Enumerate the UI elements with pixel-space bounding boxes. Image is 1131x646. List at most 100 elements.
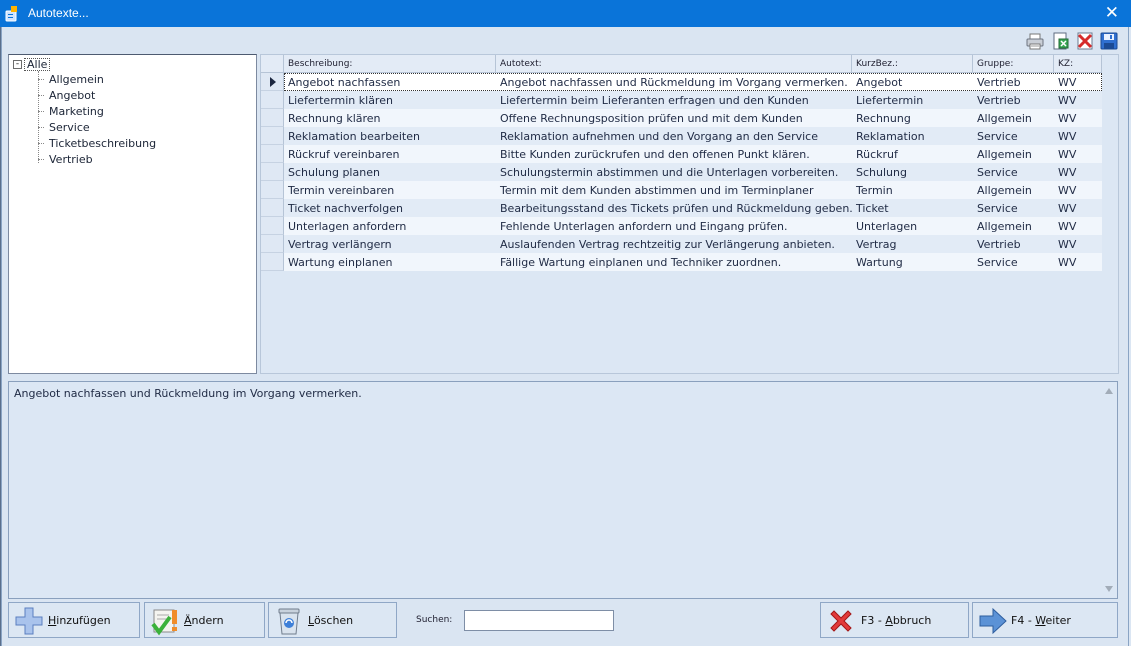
row-selector[interactable] [261,163,284,181]
print-icon[interactable] [1026,32,1044,50]
tree-item-label[interactable]: Angebot [49,89,95,102]
cell-gruppe[interactable]: Allgemein [973,145,1054,163]
autotext-grid[interactable]: Beschreibung: Autotext: KurzBez.: Gruppe… [260,54,1119,374]
tree-item-ticketbeschreibung[interactable]: Ticketbeschreibung [38,135,156,151]
column-header-autotext[interactable]: Autotext: [496,55,852,73]
tree-item-angebot[interactable]: Angebot [38,87,95,103]
row-selector[interactable] [261,91,284,109]
cell-kurzbez[interactable]: Liefertermin [852,91,973,109]
cell-kurzbez[interactable]: Vertrag [852,235,973,253]
cell-gruppe[interactable]: Allgemein [973,181,1054,199]
cell-kz[interactable]: WV [1054,253,1102,271]
cell-kz[interactable]: WV [1054,235,1102,253]
row-selector[interactable] [261,235,284,253]
cell-kurzbez[interactable]: Unterlagen [852,217,973,235]
cell-kurzbez[interactable]: Schulung [852,163,973,181]
cell-gruppe[interactable]: Service [973,163,1054,181]
cell-kz[interactable]: WV [1054,91,1102,109]
table-row[interactable]: Wartung einplanen Fällige Wartung einplan… [261,253,1102,271]
cell-gruppe[interactable]: Allgemein [973,217,1054,235]
cell-kurzbez[interactable]: Wartung [852,253,973,271]
cell-autotext[interactable]: Offene Rechnungsposition prüfen und mit … [496,109,852,127]
table-row[interactable]: Termin vereinbaren Termin mit dem Kunden … [261,181,1102,199]
cell-kz[interactable]: WV [1054,163,1102,181]
scroll-up-icon[interactable] [1105,388,1113,394]
cell-kurzbez[interactable]: Angebot [852,73,973,91]
column-header-kurzbez[interactable]: KurzBez.: [852,55,973,73]
cell-autotext[interactable]: Schulungstermin abstimmen und die Unterl… [496,163,852,181]
cell-beschreibung[interactable]: Wartung einplanen [284,253,496,271]
cell-autotext[interactable]: Bearbeitungsstand des Tickets prüfen und… [496,199,852,217]
row-selector[interactable] [261,145,284,163]
cell-gruppe[interactable]: Vertrieb [973,235,1054,253]
row-selector[interactable] [261,181,284,199]
cell-beschreibung[interactable]: Angebot nachfassen [284,73,496,91]
cell-beschreibung[interactable]: Liefertermin klären [284,91,496,109]
export-icon[interactable] [1051,32,1069,50]
cell-kurzbez[interactable]: Rechnung [852,109,973,127]
cell-autotext[interactable]: Termin mit dem Kunden abstimmen und im T… [496,181,852,199]
row-selector[interactable] [261,109,284,127]
cell-beschreibung[interactable]: Ticket nachverfolgen [284,199,496,217]
table-row[interactable]: Liefertermin klären Liefertermin beim Lie… [261,91,1102,109]
cell-autotext[interactable]: Bitte Kunden zurückrufen und den offenen… [496,145,852,163]
row-selector[interactable] [261,73,284,91]
cell-kurzbez[interactable]: Reklamation [852,127,973,145]
delete-button[interactable]: Löschen [268,602,397,638]
cell-beschreibung[interactable]: Vertrag verlängern [284,235,496,253]
cell-kz[interactable]: WV [1054,109,1102,127]
tree-item-label[interactable]: Marketing [49,105,104,118]
vertical-scrollbar[interactable] [1101,382,1117,598]
scroll-down-icon[interactable] [1105,586,1113,592]
cell-beschreibung[interactable]: Unterlagen anfordern [284,217,496,235]
search-input[interactable] [464,610,614,631]
cell-beschreibung[interactable]: Termin vereinbaren [284,181,496,199]
tree-root-label[interactable]: Alle [24,57,51,71]
tree-root[interactable]: - Alle [13,57,51,71]
tree-item-allgemein[interactable]: Allgemein [38,71,104,87]
row-selector[interactable] [261,253,284,271]
cell-kz[interactable]: WV [1054,127,1102,145]
add-button[interactable]: Hinzufügen [8,602,140,638]
edit-button[interactable]: Ändern [144,602,265,638]
row-selector[interactable] [261,217,284,235]
tree-item-label[interactable]: Ticketbeschreibung [49,137,156,150]
cell-kurzbez[interactable]: Termin [852,181,973,199]
cell-beschreibung[interactable]: Rechnung klären [284,109,496,127]
cell-kz[interactable]: WV [1054,217,1102,235]
tree-item-marketing[interactable]: Marketing [38,103,104,119]
table-row[interactable]: Vertrag verlängern Auslaufenden Vertrag r… [261,235,1102,253]
tree-item-service[interactable]: Service [38,119,90,135]
cell-autotext[interactable]: Liefertermin beim Lieferanten erfragen u… [496,91,852,109]
cell-gruppe[interactable]: Allgemein [973,109,1054,127]
table-row[interactable]: Rückruf vereinbaren Bitte Kunden zurückru… [261,145,1102,163]
cell-kz[interactable]: WV [1054,145,1102,163]
tree-item-vertrieb[interactable]: Vertrieb [38,151,93,167]
cell-gruppe[interactable]: Service [973,253,1054,271]
table-row[interactable]: Reklamation bearbeiten Reklamation aufneh… [261,127,1102,145]
table-row[interactable]: Schulung planen Schulungstermin abstimmen… [261,163,1102,181]
cancel-button[interactable]: F3 - Abbruch [820,602,969,638]
cell-gruppe[interactable]: Vertrieb [973,91,1054,109]
cell-kz[interactable]: WV [1054,199,1102,217]
cell-gruppe[interactable]: Service [973,127,1054,145]
next-button[interactable]: F4 - Weiter [972,602,1118,638]
table-row[interactable]: Angebot nachfassen Angebot nachfassen und… [261,73,1102,91]
collapse-icon[interactable]: - [13,59,22,69]
cell-autotext[interactable]: Fehlende Unterlagen anfordern und Eingan… [496,217,852,235]
delete-icon[interactable] [1076,32,1094,50]
column-header-kz[interactable]: KZ: [1054,55,1102,73]
tree-item-label[interactable]: Vertrieb [49,153,93,166]
tree-item-label[interactable]: Allgemein [49,73,104,86]
cell-gruppe[interactable]: Vertrieb [973,73,1054,91]
cell-autotext[interactable]: Angebot nachfassen und Rückmeldung im Vo… [496,73,852,91]
table-row[interactable]: Rechnung klären Offene Rechnungsposition … [261,109,1102,127]
cell-kurzbez[interactable]: Rückruf [852,145,973,163]
table-row[interactable]: Unterlagen anfordern Fehlende Unterlagen … [261,217,1102,235]
cell-autotext[interactable]: Fällige Wartung einplanen und Techniker … [496,253,852,271]
row-selector[interactable] [261,199,284,217]
cell-kurzbez[interactable]: Ticket [852,199,973,217]
cell-kz[interactable]: WV [1054,73,1102,91]
tree-item-label[interactable]: Service [49,121,90,134]
cell-kz[interactable]: WV [1054,181,1102,199]
